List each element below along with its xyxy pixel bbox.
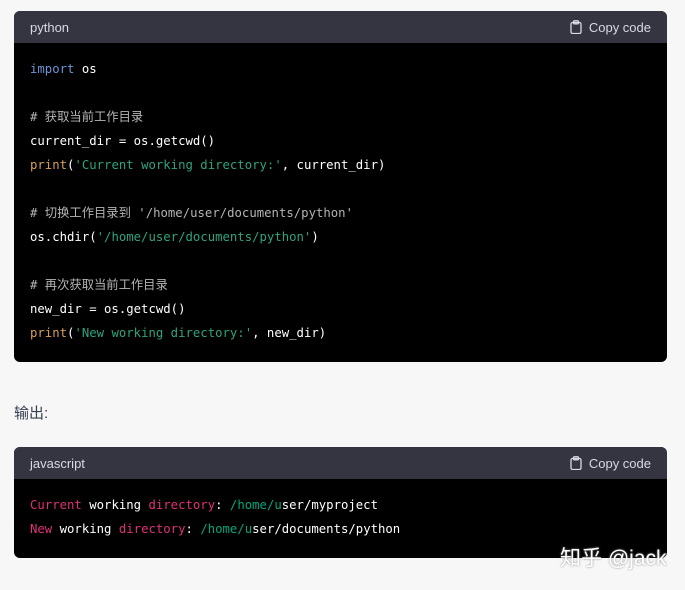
code-token: 'New working directory:'	[74, 326, 253, 340]
code-token: New	[30, 522, 53, 536]
clipboard-icon	[570, 20, 582, 34]
code-line: New working directory: /home/user/docume…	[30, 517, 651, 541]
output-label: 输出:	[14, 405, 49, 422]
code-header: python Copy code	[14, 11, 667, 43]
code-token: print	[30, 158, 68, 172]
code-token: ser/myproject	[281, 498, 378, 512]
code-token: )	[311, 230, 319, 244]
code-language: javascript	[30, 455, 85, 471]
copy-code-button[interactable]: Copy code	[569, 20, 651, 35]
code-token: print	[30, 326, 68, 340]
code-token: # 获取当前工作目录	[30, 110, 144, 124]
watermark: 知乎 @jack	[560, 547, 667, 570]
code-token: ser/documents/python	[252, 522, 401, 536]
code-content: import os # 获取当前工作目录 current_dir = os.get…	[14, 43, 667, 359]
code-line: print('Current working directory:', curr…	[30, 153, 651, 177]
code-token: , current_dir)	[281, 158, 386, 172]
copy-code-button[interactable]: Copy code	[569, 456, 651, 471]
code-token: os.chdir(	[30, 230, 97, 244]
code-token: current_dir = os.getcwd()	[30, 134, 216, 148]
code-token: import	[30, 62, 75, 76]
code-token: new_dir = os.getcwd()	[30, 302, 186, 316]
code-token: # 切换工作目录到 '/home/user/documents/python'	[30, 206, 353, 220]
code-token: working	[81, 498, 149, 512]
code-token: '/home/user/documents/python'	[96, 230, 312, 244]
code-header: javascript Copy code	[14, 447, 667, 479]
code-line: Current working directory: /home/user/my…	[30, 493, 651, 517]
code-token: 'Current working directory:'	[74, 158, 282, 172]
code-line: new_dir = os.getcwd()	[30, 297, 651, 321]
code-token: working	[52, 522, 119, 536]
code-line: current_dir = os.getcwd()	[30, 129, 651, 153]
code-line: print('New working directory:', new_dir)	[30, 321, 651, 345]
code-line: # 切换工作目录到 '/home/user/documents/python'	[30, 201, 651, 225]
python-code-block: python Copy code import os # 获取当前工作目录 cur…	[14, 11, 667, 362]
code-token: , new_dir)	[252, 326, 327, 340]
code-line: os.chdir('/home/user/documents/python')	[30, 225, 651, 249]
code-token: /home/u	[200, 522, 253, 536]
code-line: # 获取当前工作目录	[30, 105, 651, 129]
code-token: :	[185, 522, 201, 536]
code-token: os	[74, 62, 97, 76]
clipboard-icon	[570, 456, 582, 470]
code-line: # 再次获取当前工作目录	[30, 273, 651, 297]
code-token: # 再次获取当前工作目录	[30, 278, 168, 292]
code-token: directory	[148, 498, 216, 512]
code-language: python	[30, 19, 70, 35]
code-token: /home/u	[229, 498, 282, 512]
code-token: directory	[118, 522, 186, 536]
code-token: Current	[30, 498, 82, 512]
code-line: import os	[30, 57, 651, 81]
code-token: :	[215, 498, 230, 512]
